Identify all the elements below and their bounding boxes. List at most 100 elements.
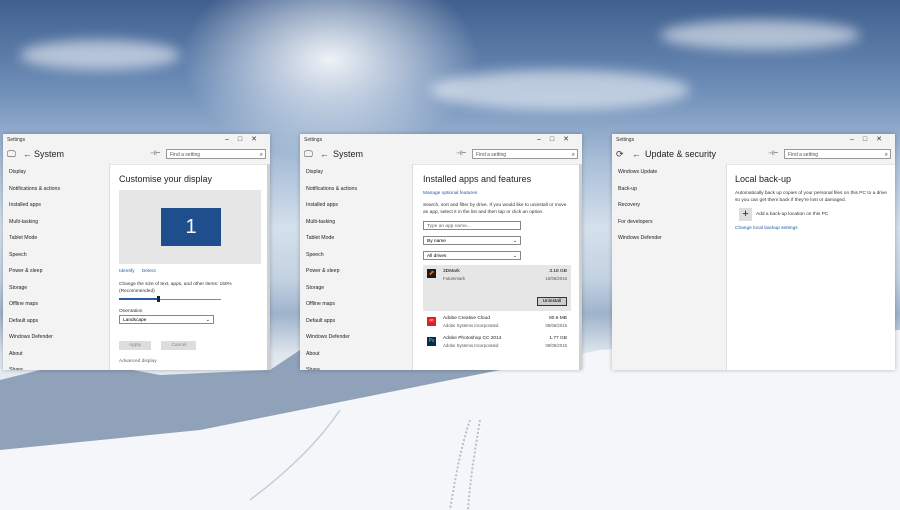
uninstall-button[interactable]: Uninstall	[536, 297, 567, 306]
sidebar-item-offline-maps[interactable]: Offline maps	[300, 296, 412, 313]
pin-icon[interactable]: ⊣⊢	[150, 150, 160, 157]
app-publisher: Futuremark	[443, 276, 465, 281]
sidebar-item-about[interactable]: About	[3, 346, 109, 363]
orientation-select[interactable]: Landscape ⌄	[119, 315, 214, 324]
sidebar-item-tablet-mode[interactable]: Tablet Mode	[3, 230, 109, 247]
sidebar-item-defender[interactable]: Windows Defender	[612, 230, 726, 247]
apps-description: Search, sort and filter by drive. If you…	[423, 203, 567, 215]
sidebar-item-speech[interactable]: Speech	[300, 247, 412, 264]
sidebar-item-about[interactable]: About	[300, 346, 412, 363]
sidebar-item-default-apps[interactable]: Default apps	[3, 313, 109, 330]
sidebar: Display Notifications & actions Installe…	[300, 164, 413, 370]
cancel-button[interactable]: Cancel	[161, 341, 197, 350]
add-backup-location-button[interactable]: + Add a back-up location on this PC	[735, 208, 889, 222]
change-backup-settings-link[interactable]: Change local backup settings	[735, 225, 889, 232]
settings-header: 🖵 ← System ⊣⊢ Find a setting ⌕	[3, 146, 270, 165]
sidebar-item-default-apps[interactable]: Default apps	[300, 313, 412, 330]
sidebar-item-recovery[interactable]: Recovery	[612, 197, 726, 214]
sidebar-item-tablet-mode[interactable]: Tablet Mode	[300, 230, 412, 247]
sidebar-item-offline-maps[interactable]: Offline maps	[3, 296, 109, 313]
settings-window-update[interactable]: Settings –□✕ ⟳ ← Update & security ⊣⊢ Fi…	[612, 134, 895, 370]
app-date: 09/06/2015	[545, 343, 567, 348]
pin-icon[interactable]: ⊣⊢	[456, 150, 466, 157]
pin-icon[interactable]: ⊣⊢	[768, 150, 778, 157]
title-bar[interactable]: Settings –□✕	[3, 134, 270, 146]
search-input[interactable]: Find a setting ⌕	[166, 149, 266, 159]
window-controls[interactable]: –□✕	[537, 135, 578, 143]
sidebar-item-share[interactable]: Share	[300, 362, 412, 370]
monitor-icon: 🖵	[7, 149, 16, 159]
app-date: 15/06/2015	[545, 276, 567, 281]
scrollbar[interactable]	[267, 164, 270, 370]
sidebar-item-multitasking[interactable]: Multi-tasking	[300, 214, 412, 231]
sidebar-item-multitasking[interactable]: Multi-tasking	[3, 214, 109, 231]
creative-cloud-icon: ∞	[427, 317, 436, 326]
search-placeholder: Find a setting	[170, 152, 201, 158]
chevron-down-icon: ⌄	[512, 253, 517, 259]
settings-window-display[interactable]: Settings –□✕ 🖵 ← System ⊣⊢ Find a settin…	[3, 134, 270, 370]
title-bar[interactable]: Settings –□✕	[612, 134, 895, 146]
apps-content: Installed apps and features Manage optio…	[423, 164, 575, 370]
scrollbar[interactable]	[579, 164, 582, 370]
sidebar: Display Notifications & actions Installe…	[3, 164, 110, 370]
sidebar: Windows Update Back-up Recovery For deve…	[612, 164, 727, 370]
cloud	[20, 40, 180, 70]
title-bar[interactable]: Settings –□✕	[300, 134, 582, 146]
app-name: 3DMark	[443, 269, 460, 274]
app-search-input[interactable]: Type an app name...	[423, 221, 521, 230]
sidebar-item-developers[interactable]: For developers	[612, 214, 726, 231]
app-row[interactable]: ∞ Adobe Creative Cloud Adobe Systems Inc…	[423, 313, 571, 333]
sidebar-item-display[interactable]: Display	[300, 164, 412, 181]
sidebar-item-windows-update[interactable]: Windows Update	[612, 164, 726, 181]
sidebar-item-installed-apps[interactable]: Installed apps	[300, 197, 412, 214]
back-arrow-icon[interactable]: ←	[632, 149, 641, 159]
sort-select[interactable]: By name ⌄	[423, 236, 521, 245]
sidebar-item-power[interactable]: Power & sleep	[300, 263, 412, 280]
window-controls[interactable]: –□✕	[850, 135, 891, 143]
apply-button[interactable]: Apply	[119, 341, 151, 350]
monitor-icon: 🖵	[304, 149, 313, 159]
manage-optional-features-link[interactable]: Manage optional features	[423, 190, 575, 197]
back-arrow-icon[interactable]: ←	[320, 149, 329, 159]
app-name: Adobe Photoshop CC 2014	[443, 336, 502, 341]
sidebar-item-backup[interactable]: Back-up	[612, 181, 726, 198]
window-title: Settings	[304, 137, 323, 143]
chevron-down-icon: ⌄	[512, 238, 517, 244]
sidebar-item-defender[interactable]: Windows Defender	[3, 329, 109, 346]
sidebar-item-display[interactable]: Display	[3, 164, 109, 181]
search-input[interactable]: Find a setting ⌕	[472, 149, 578, 159]
refresh-icon: ⟳	[616, 149, 624, 159]
sidebar-item-power[interactable]: Power & sleep	[3, 263, 109, 280]
slider-thumb[interactable]	[156, 296, 160, 302]
sidebar-item-notifications[interactable]: Notifications & actions	[300, 181, 412, 198]
page-title: Installed apps and features	[423, 174, 532, 184]
sidebar-item-storage[interactable]: Storage	[300, 280, 412, 297]
monitor-tile[interactable]: 1	[161, 208, 221, 246]
settings-window-apps[interactable]: Settings –□✕ 🖵 ← System ⊣⊢ Find a settin…	[300, 134, 582, 370]
cloud	[430, 70, 690, 110]
drive-select[interactable]: All drives ⌄	[423, 251, 521, 260]
sidebar-item-share[interactable]: Share	[3, 362, 109, 370]
search-input[interactable]: Find a setting ⌕	[784, 149, 891, 159]
sidebar-item-notifications[interactable]: Notifications & actions	[3, 181, 109, 198]
app-search-placeholder: Type an app name...	[427, 224, 471, 229]
sidebar-item-defender[interactable]: Windows Defender	[300, 329, 412, 346]
advanced-display-link[interactable]: Advanced display	[119, 358, 265, 365]
app-size: 1.77 GB	[549, 336, 567, 341]
sort-value: By name	[427, 239, 446, 244]
cloud	[660, 20, 860, 50]
search-icon: ⌕	[884, 152, 888, 158]
orientation-value: Landscape	[123, 318, 147, 323]
app-row-selected[interactable]: ⬈ 3DMark Futuremark 3.18 GB 15/06/2015 U…	[423, 265, 571, 311]
detect-link[interactable]: Detect	[142, 269, 156, 274]
window-controls[interactable]: –□✕	[225, 135, 266, 143]
sidebar-item-installed-apps[interactable]: Installed apps	[3, 197, 109, 214]
app-row[interactable]: Ps Adobe Photoshop CC 2014 Adobe Systems…	[423, 333, 571, 353]
sidebar-item-storage[interactable]: Storage	[3, 280, 109, 297]
sidebar-item-speech[interactable]: Speech	[3, 247, 109, 264]
identify-link[interactable]: Identify	[119, 269, 134, 274]
back-arrow-icon[interactable]: ←	[23, 149, 32, 159]
slider-fill	[119, 298, 158, 300]
app-size: 3.18 GB	[549, 269, 567, 274]
scale-slider[interactable]	[119, 295, 221, 303]
